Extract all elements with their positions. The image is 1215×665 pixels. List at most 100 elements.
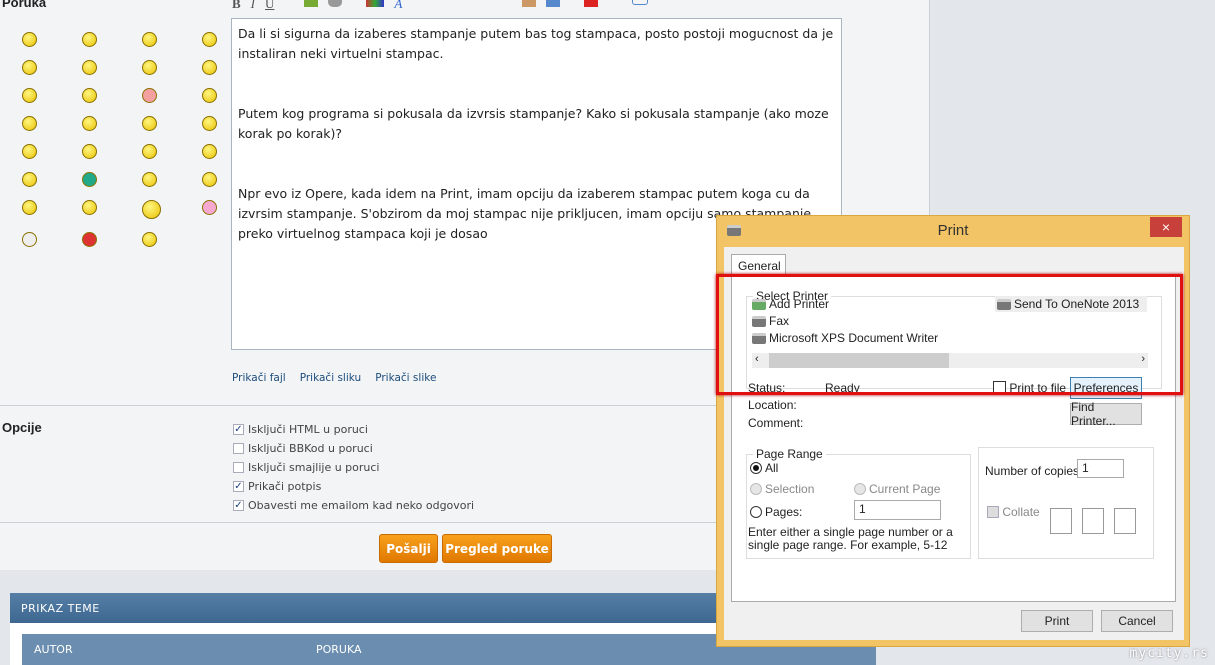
smiley-icon[interactable] [22, 116, 37, 131]
smiley-icon[interactable] [142, 200, 161, 219]
code-icon[interactable] [632, 0, 649, 5]
smiley-icon[interactable] [22, 232, 37, 247]
attach-file-link[interactable]: Prikači fajl [232, 372, 286, 384]
highlight-annotation [716, 274, 1183, 395]
smiley-icon[interactable] [82, 32, 97, 47]
preview-button[interactable]: Pregled poruke [442, 534, 552, 563]
smiley-icon[interactable] [82, 200, 97, 215]
comment-label: Comment: [748, 416, 804, 430]
collate-checkbox[interactable]: Collate [987, 505, 1040, 519]
list-icon[interactable] [436, 0, 450, 7]
indent-icon[interactable] [484, 0, 498, 7]
option-item[interactable]: Isključi BBKod u poruci [233, 439, 474, 458]
smiley-icon[interactable] [202, 32, 217, 47]
checkbox[interactable]: ✓ [233, 424, 244, 435]
smiley-icon[interactable] [202, 116, 217, 131]
option-label: Obavesti me emailom kad neko odgovori [248, 499, 475, 512]
radio-label: Selection [765, 482, 815, 496]
option-item[interactable]: Isključi smajlije u poruci [233, 458, 474, 477]
radio[interactable] [750, 483, 762, 495]
print-button[interactable]: Print [1021, 610, 1093, 632]
smiley-icon[interactable] [22, 172, 37, 187]
smiley-icon[interactable] [202, 200, 217, 215]
smiley-icon[interactable] [142, 232, 157, 247]
smiley-icon[interactable] [22, 32, 37, 47]
smiley-icon[interactable] [82, 60, 97, 75]
radio[interactable] [854, 483, 866, 495]
user-icon[interactable] [522, 0, 537, 7]
author-column: AUTOR [34, 643, 73, 656]
radio[interactable] [750, 506, 762, 518]
radio-pages[interactable]: Pages: [750, 505, 802, 519]
checkbox[interactable] [987, 506, 999, 518]
quote-icon[interactable] [546, 0, 561, 7]
smiley-icon[interactable] [142, 32, 157, 47]
smiley-icon[interactable] [142, 116, 157, 131]
editor-toolbar: B I U A [232, 0, 649, 12]
cancel-button[interactable]: Cancel [1101, 610, 1173, 632]
smiley-icon[interactable] [82, 172, 97, 187]
link-icon[interactable] [328, 0, 343, 7]
radio-all[interactable]: All [750, 461, 778, 475]
radio[interactable] [750, 462, 762, 474]
close-button[interactable]: × [1150, 217, 1182, 237]
copies-label: Number of copies: [985, 464, 1083, 478]
youtube-icon[interactable] [584, 0, 599, 7]
smiley-icon[interactable] [82, 116, 97, 131]
tab-general[interactable]: General [731, 254, 786, 275]
color-icon[interactable] [366, 0, 385, 7]
smiley-icon[interactable] [142, 88, 157, 103]
smiley-icon[interactable] [22, 60, 37, 75]
page-range-hint: Enter either a single page number or a s… [748, 525, 953, 552]
send-button[interactable]: Pošalji [379, 534, 438, 563]
watermark: mycity.rs [1129, 646, 1209, 661]
editor-paragraph: Putem kog programa si pokusala da izvrsi… [238, 106, 829, 141]
smiley-icon[interactable] [202, 172, 217, 187]
page-icon [1050, 508, 1072, 534]
smiley-icon[interactable] [22, 200, 37, 215]
smiley-icon[interactable] [202, 60, 217, 75]
radio-current-page[interactable]: Current Page [854, 482, 940, 496]
option-item[interactable]: ✓ Obavesti me emailom kad neko odgovori [233, 496, 474, 515]
message-label: Poruka [2, 0, 47, 10]
smiley-icon[interactable] [22, 144, 37, 159]
pages-input[interactable]: 1 [854, 500, 941, 520]
option-label: Isključi HTML u poruci [248, 423, 368, 436]
font-icon[interactable]: A [394, 0, 412, 11]
align-icon[interactable] [608, 0, 622, 7]
smiley-icon[interactable] [82, 232, 97, 247]
option-label: Isključi smajlije u poruci [248, 461, 380, 474]
find-printer-button[interactable]: Find Printer... [1070, 400, 1142, 428]
italic-button[interactable]: I [251, 0, 255, 12]
smiley-icon[interactable] [202, 88, 217, 103]
ordered-list-icon[interactable] [460, 0, 474, 7]
attach-image-link[interactable]: Prikači sliku [300, 372, 361, 384]
option-item[interactable]: ✓ Isključi HTML u poruci [233, 420, 474, 439]
smiley-icon[interactable] [202, 144, 217, 159]
message-column: PORUKA [316, 643, 362, 656]
checkbox[interactable] [233, 462, 244, 473]
radio-selection[interactable]: Selection [750, 482, 814, 496]
smiley-icon[interactable] [142, 172, 157, 187]
smiley-icon[interactable] [82, 144, 97, 159]
radio-label: All [765, 461, 779, 475]
option-item[interactable]: ✓ Prikači potpis [233, 477, 474, 496]
smiley-icon[interactable] [82, 88, 97, 103]
copies-input[interactable]: 1 [1077, 459, 1124, 478]
smiley-icon[interactable] [142, 144, 157, 159]
dialog-title: Print [937, 222, 969, 239]
attach-images-link[interactable]: Prikači slike [375, 372, 436, 384]
checkbox[interactable]: ✓ [233, 481, 244, 492]
collate-label: Collate [1002, 505, 1040, 519]
option-label: Isključi BBKod u poruci [248, 442, 373, 455]
checkbox[interactable]: ✓ [233, 500, 244, 511]
image-icon[interactable] [304, 0, 319, 7]
checkbox[interactable] [233, 443, 244, 454]
smiley-icon[interactable] [22, 88, 37, 103]
options-list: ✓ Isključi HTML u poruci Isključi BBKod u … [233, 420, 474, 515]
underline-button[interactable]: U [265, 0, 274, 12]
options-label: Opcije [2, 420, 42, 435]
attach-links: Prikači fajl Prikači sliku Prikači slike [232, 372, 436, 384]
smiley-icon[interactable] [142, 60, 157, 75]
bold-button[interactable]: B [232, 0, 241, 12]
